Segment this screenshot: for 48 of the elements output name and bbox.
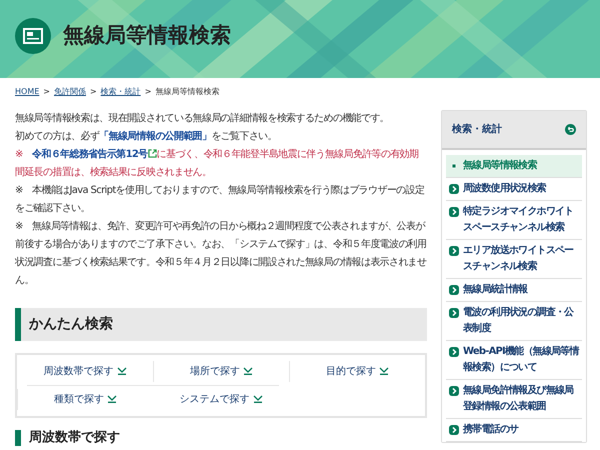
page-title: 無線局等情報検索 [63,23,231,49]
chevron-right-icon [449,285,459,295]
section-heading: かんたん検索 [15,308,427,341]
section-heading: 周波数帯で探す [15,430,427,446]
chevron-right-icon [449,425,459,435]
breadcrumb-current: 無線局等情報検索 [155,86,220,98]
text-link[interactable]: 「無線局情報の公開範囲」 [99,131,212,142]
text-link[interactable]: 令和６年総務省告示第12号 [32,149,157,160]
paragraph: ※ 無線局等情報は、免許、変更許可や再免許の日から概ね２週間程度で公表されますが、公表が前後する場合がありますのでご了承下さい。なお、「システムで探す」は、令和５年度電波の利用状況調査に基づく検索結果です。令和５年４月２日以降に開設された無線局の情報は表示されません。 [15,220,427,288]
sidebar-item[interactable]: 無線局免許情報及び無線局登録情報の公表範囲 [446,380,582,419]
paragraph: 初めての方は、必ず「無線局情報の公開範囲」をご覧下さい。 [15,130,278,144]
search-option-button[interactable]: 場所で探す [153,361,289,382]
sidebar-item[interactable]: 周波数使用状況検索 [446,178,582,201]
breadcrumb-link[interactable]: 検索・統計 [100,86,141,98]
chevron-right-icon [449,386,459,396]
chevron-right-icon [449,207,459,217]
sidebar-item[interactable]: 無線局等情報検索 [446,155,582,178]
chevron-down-icon [107,395,117,403]
paragraph: ※ 本機能はJava Scriptを使用しておりますので、無線局等情報検索を行う際はブラウザーの設定をご確認下さい。 [15,184,426,216]
search-option-button[interactable]: システムで探す [153,389,289,410]
chevron-right-icon [449,246,459,256]
breadcrumb-separator: > [90,86,97,98]
breadcrumb-separator: > [43,86,50,98]
paragraph: 無線局等情報検索は、現在開設されている無線局の詳細情報を検索するための機能です。 [15,112,390,126]
chevron-right-icon [449,308,459,318]
chevron-right-icon [449,347,459,357]
back-icon[interactable] [565,124,576,135]
external-link-icon [148,149,157,158]
breadcrumb-separator: > [144,86,152,98]
sidebar-item[interactable]: 特定ラジオマイクホワイトスペースチャンネル検索 [446,201,582,240]
search-option-button[interactable]: 種類で探す [17,389,153,410]
search-option-button[interactable]: 目的で探す [289,361,425,382]
chevron-down-icon [116,367,126,375]
id-card-icon [15,18,51,54]
breadcrumb-link[interactable]: 免許関係 [54,86,86,98]
sidebar-item[interactable]: エリア放送ホワイトスペースチャンネル検索 [446,240,582,279]
chevron-down-icon [243,367,253,375]
paragraph: ※ 令和６年総務省告示第12号 に基づく、令和６年能登半島地震に伴う無線局免許等の有効期間延長の措置は、検索結果に反映されません。 [15,148,420,180]
search-option-button[interactable]: 周波数帯で探す [17,361,153,382]
sidebar-item[interactable]: 電波の利用状況の調査・公表制度 [446,302,582,341]
sidebar-title: 検索・統計 [452,122,502,137]
sidebar-item[interactable]: Web-API機能（無線局等情報検索）について [446,341,582,380]
chevron-down-icon [252,395,262,403]
chevron-down-icon [379,367,389,375]
chevron-right-icon [449,184,459,194]
breadcrumb-link[interactable]: HOME [15,86,40,98]
sidebar-item[interactable]: 無線局統計情報 [446,279,582,302]
sidebar-item[interactable]: 携帯電話のサ [446,419,582,442]
